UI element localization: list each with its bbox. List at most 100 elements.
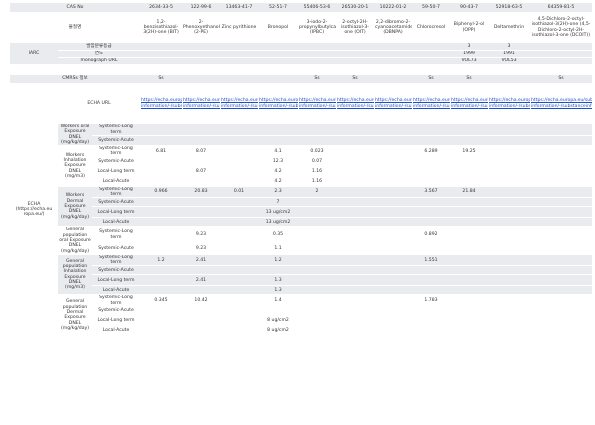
dnel-type-label: Systemic-Long term (92, 186, 140, 199)
dnel-value (450, 226, 488, 243)
dnel-type-label: Systemic-Long term (92, 123, 140, 137)
iarc-monograph (140, 57, 182, 65)
dnel-value (530, 217, 592, 228)
dnel-value (298, 274, 336, 287)
iarc-year (374, 50, 412, 58)
iarc-class (374, 42, 412, 51)
dnel-value: 0.023 (298, 145, 336, 158)
echa-url-link[interactable]: https://echa.europa.eu/substance-informa… (337, 98, 374, 108)
dnel-value (530, 306, 592, 317)
dnel-value (412, 274, 450, 287)
dnel-value (488, 274, 530, 287)
dnel-value (140, 315, 182, 328)
echa-url-link[interactable]: https://echa.europa.eu/substance-informa… (259, 98, 298, 108)
dnel-value (336, 326, 374, 337)
dnel-value (336, 294, 374, 308)
echa-url-link[interactable]: https://echa.europa.eu/substance-informa… (141, 98, 182, 108)
dnel-value (374, 306, 412, 317)
iarc-year (220, 50, 258, 58)
dnel-value (412, 242, 450, 255)
dnel-value (336, 306, 374, 317)
echa-url-link[interactable]: https://echa.europa.eu/substance-informa… (413, 98, 450, 108)
dnel-value (220, 217, 258, 228)
echa-url-link[interactable]: https://echa.europa.eu/substance-informa… (375, 98, 412, 108)
dnel-value (182, 135, 220, 147)
dnel-value (140, 285, 182, 296)
substance-name: Deltamethrin (488, 12, 530, 43)
dnel-group-label: Workers oral Exposure DNEL (mg/kg/day) (58, 123, 92, 147)
dnel-value (488, 197, 530, 208)
table-row: Workers Inhalation Exposure DNEL (mg/m3)… (10, 145, 592, 187)
dnel-value (220, 242, 258, 255)
dnel-value (298, 265, 336, 276)
echa-url-link[interactable]: https://echa.europa.eu/substance-informa… (221, 98, 258, 108)
dnel-value (140, 265, 182, 276)
dnel-value (336, 315, 374, 328)
dnel-value (530, 265, 592, 276)
iarc-label: IARC (10, 42, 58, 65)
dnel-value (488, 145, 530, 158)
dnel-value (220, 166, 258, 178)
echa-url-cell: https://echa.europa.eu/substance-informa… (374, 83, 412, 124)
table-row: IARC 발암분류등급 3 3 (10, 42, 592, 65)
dnel-value (374, 217, 412, 228)
iarc-monograph (258, 57, 298, 65)
dnel-value (298, 123, 336, 137)
dnel-value (220, 265, 258, 276)
iarc-year (336, 50, 374, 58)
dnel-value (450, 265, 488, 276)
dnel-value (298, 226, 336, 243)
dnel-value (450, 157, 488, 167)
dnel-value (412, 123, 450, 137)
dnel-value: 0.35 (258, 226, 298, 243)
echa-url-link[interactable]: https://echa.europa.eu/substance-informa… (299, 98, 336, 108)
dnel-value: 1.551 (412, 254, 450, 267)
dnel-value (140, 177, 182, 187)
dnel-value (336, 177, 374, 187)
dnel-value (258, 306, 298, 317)
iarc-class (220, 42, 258, 51)
dnel-value (374, 294, 412, 308)
dnel-value: 9.23 (182, 242, 220, 255)
cas-value: 90-43-7 (450, 3, 488, 13)
iarc-monograph (182, 57, 220, 65)
dnel-value (412, 177, 450, 187)
table-row: CAS No 2634-33-5 122-99-6 13463-41-7 52-51-7… (10, 3, 592, 13)
dnel-value (530, 315, 592, 328)
dnel-value (220, 177, 258, 187)
dnel-value (140, 166, 182, 178)
iarc-monograph: VOL53 (488, 57, 530, 65)
echa-url-link[interactable]: https://echa.europa.eu/substance-informa… (183, 98, 220, 108)
echa-url-label: ECHA URL (58, 83, 140, 124)
dnel-value (182, 326, 220, 337)
dnel-value: 0.966 (140, 186, 182, 199)
dnel-value (182, 157, 220, 167)
table-row: Local-Long term 13 ug/cm2 (10, 206, 592, 219)
dnel-value (220, 197, 258, 208)
dnel-type-label: Systemic-Long term (92, 254, 140, 267)
iarc-class (336, 42, 374, 51)
dnel-value (488, 326, 530, 337)
dnel-type-label: Systemic-Acute (92, 135, 140, 147)
dnel-type-label: Systemic-Acute (92, 197, 140, 208)
dnel-value (530, 206, 592, 219)
dnel-value (530, 294, 592, 308)
dnel-value (140, 157, 182, 167)
dnel-value: 0.07 (298, 157, 336, 167)
echa-url-link[interactable]: https://echa.europa.eu/substance-informa… (489, 98, 530, 108)
echa-url-link[interactable]: https://echa.europa.eu/substance-informa… (451, 98, 488, 108)
substance-table: CAS No 2634-33-5 122-99-6 13463-41-7 52-51-7… (10, 3, 592, 337)
dnel-value (374, 166, 412, 178)
dnel-value (220, 326, 258, 337)
echa-url-cell: https://echa.europa.eu/substance-informa… (182, 83, 220, 124)
echa-url-link[interactable]: https://echa.europa.eu/substance-informa… (531, 98, 592, 108)
dnel-value (530, 254, 592, 267)
table-row: Systemic-Acute (10, 265, 592, 276)
dnel-value (450, 177, 488, 187)
dnel-value (336, 274, 374, 287)
dnel-value (140, 123, 182, 137)
dnel-value (298, 285, 336, 296)
dnel-value (488, 242, 530, 255)
dnel-type-label: Local-Acute (92, 217, 140, 228)
dnel-value (450, 197, 488, 208)
